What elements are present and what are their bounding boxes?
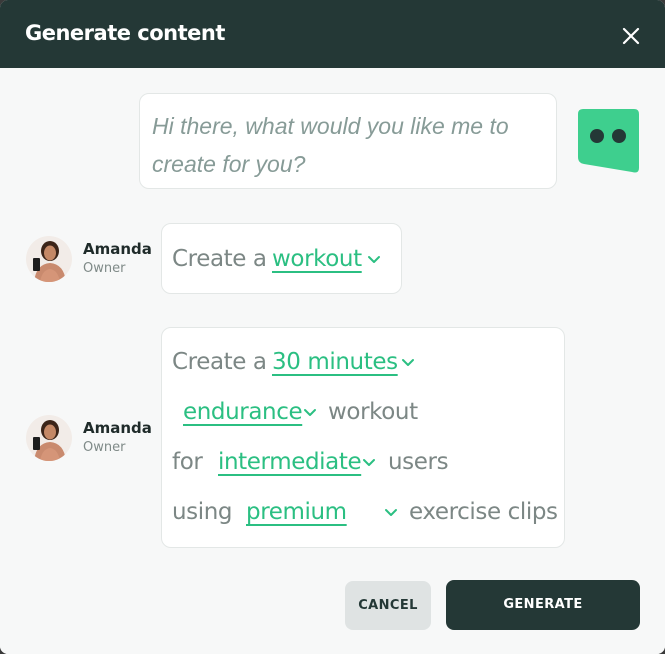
chevron-down-icon[interactable]	[362, 458, 376, 468]
message-text: exercise clips	[409, 499, 558, 525]
chevron-down-icon[interactable]	[384, 508, 398, 518]
message-text: for	[172, 449, 203, 475]
bot-message-bubble: Hi there, what would you like me to crea…	[139, 93, 557, 189]
close-icon[interactable]	[618, 23, 644, 49]
cancel-button[interactable]: CANCEL	[345, 581, 431, 630]
message-text: Create a	[172, 246, 267, 272]
user-name: Amanda	[83, 240, 152, 258]
content-type-select[interactable]: workout	[272, 246, 362, 272]
avatar	[26, 415, 72, 461]
generate-button[interactable]: GENERATE	[446, 580, 640, 630]
chevron-down-icon[interactable]	[303, 408, 317, 418]
user-role: Owner	[83, 440, 126, 455]
user-name: Amanda	[83, 419, 152, 437]
level-select[interactable]: intermediate	[218, 449, 362, 475]
message-text: workout	[328, 399, 418, 425]
dialog-title: Generate content	[25, 21, 225, 45]
message-text: using	[172, 499, 233, 525]
user-role: Owner	[83, 261, 126, 276]
bot-message-line-1: Hi there, what would you like me to	[152, 113, 509, 139]
avatar	[26, 236, 72, 282]
chevron-down-icon[interactable]	[367, 255, 381, 265]
dialog-header: Generate content	[0, 0, 665, 68]
duration-select[interactable]: 30 minutes	[272, 349, 398, 375]
bot-message-line-2: create for you?	[152, 151, 306, 177]
tier-select[interactable]: premium	[246, 499, 349, 525]
workout-type-select[interactable]: endurance	[183, 399, 303, 425]
generate-content-dialog: Generate content Hi there, what would yo…	[0, 0, 665, 654]
robot-face-icon	[578, 109, 639, 173]
message-text: Create a	[172, 349, 267, 375]
chevron-down-icon[interactable]	[401, 358, 415, 368]
message-text: users	[388, 449, 449, 475]
